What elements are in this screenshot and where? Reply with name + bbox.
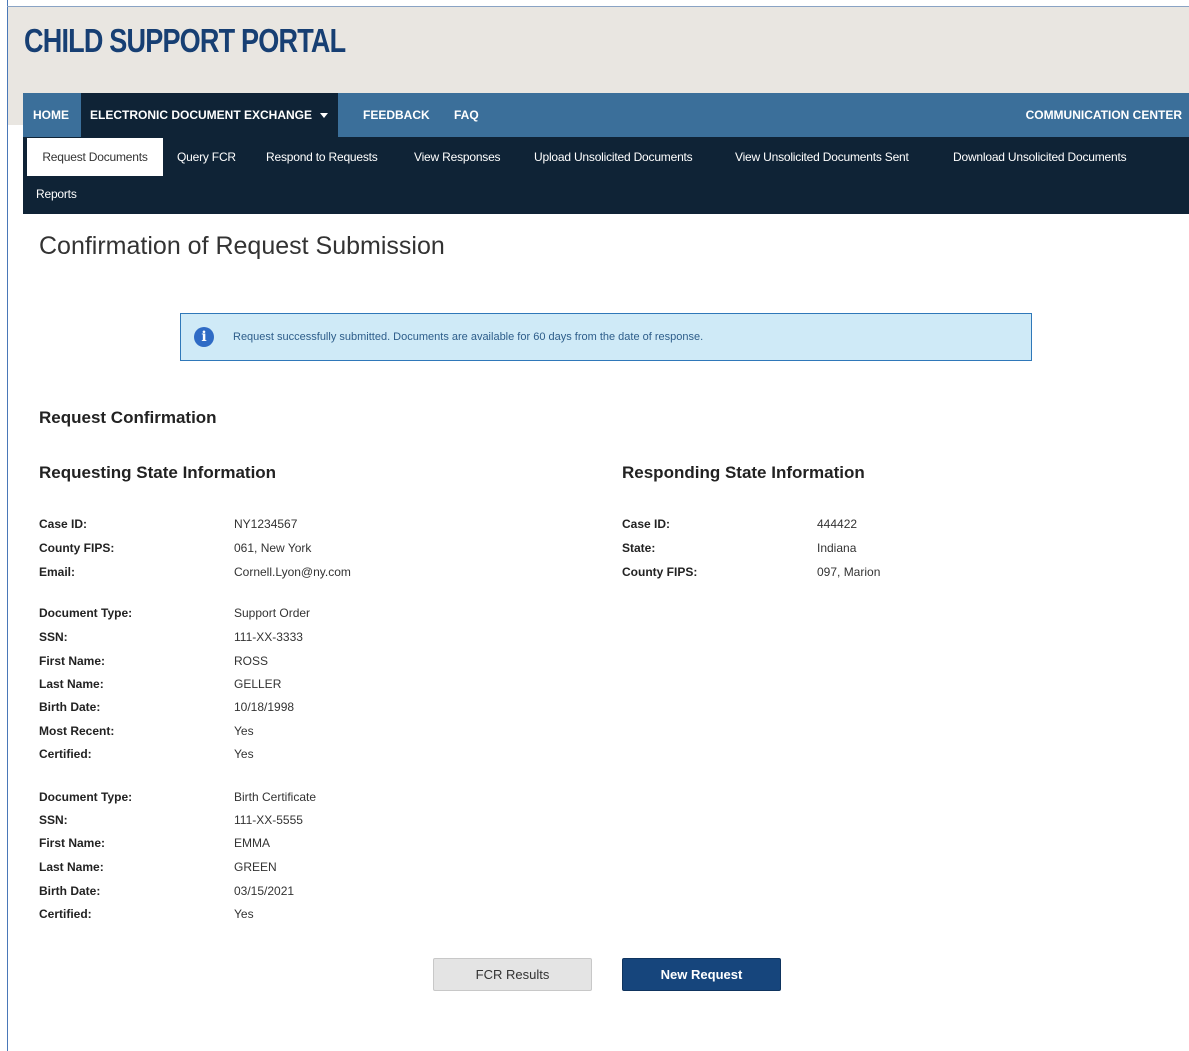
field-value: Birth Certificate — [234, 790, 317, 804]
field-value: GREEN — [234, 860, 277, 874]
field-value: Yes — [234, 747, 254, 761]
field-label: Last Name: — [39, 677, 104, 691]
subnav-download-unsolicited-documents[interactable]: Download Unsolicited Documents — [953, 150, 1127, 164]
field-label: Birth Date: — [39, 884, 101, 898]
nav-home[interactable]: HOME — [33, 93, 69, 137]
field-label: SSN: — [39, 813, 68, 827]
field-value: Yes — [234, 907, 254, 921]
request-confirmation-heading: Request Confirmation — [39, 408, 217, 427]
field-label: Case ID: — [39, 517, 88, 531]
nav-ede-label: ELECTRONIC DOCUMENT EXCHANGE — [90, 108, 313, 122]
page-frame-left-border — [7, 0, 8, 1051]
field-label: County FIPS: — [39, 541, 115, 555]
subnav-request-documents[interactable]: Request Documents — [27, 138, 163, 176]
nav-communication-center[interactable]: COMMUNICATION CENTER — [1026, 93, 1182, 137]
nav-electronic-document-exchange[interactable]: ELECTRONIC DOCUMENT EXCHANGE — [81, 93, 339, 137]
field-value: 061, New York — [234, 541, 312, 555]
nav-faq[interactable]: FAQ — [454, 93, 479, 137]
field-value: 03/15/2021 — [234, 884, 295, 898]
field-value: 111-XX-5555 — [234, 813, 303, 827]
success-alert: i Request successfully submitted. Docume… — [180, 313, 1032, 361]
field-value: 10/18/1998 — [234, 700, 295, 714]
field-label: Email: — [39, 565, 76, 579]
field-label: County FIPS: — [622, 565, 698, 579]
field-value: GELLER — [234, 677, 282, 691]
field-label: Last Name: — [39, 860, 104, 874]
alert-message: Request successfully submitted. Document… — [233, 331, 704, 343]
page-title: Confirmation of Request Submission — [39, 232, 445, 260]
field-value: NY1234567 — [234, 517, 298, 531]
subnav-query-fcr[interactable]: Query FCR — [177, 150, 236, 164]
requesting-state-heading: Requesting State Information — [39, 463, 277, 482]
field-value: 444422 — [817, 517, 858, 531]
field-label: Case ID: — [622, 517, 671, 531]
field-value: 097, Marion — [817, 565, 881, 579]
info-icon: i — [194, 327, 214, 347]
fcr-results-button[interactable]: FCR Results — [433, 958, 592, 991]
field-label: Birth Date: — [39, 700, 101, 714]
field-label: Most Recent: — [39, 724, 115, 738]
top-navigation: HOME ELECTRONIC DOCUMENT EXCHANGE FEEDBA… — [23, 93, 1189, 137]
field-value: Yes — [234, 724, 254, 738]
field-label: Certified: — [39, 907, 92, 921]
nav-feedback[interactable]: FEEDBACK — [363, 93, 430, 137]
new-request-button[interactable]: New Request — [622, 958, 781, 991]
subnav-respond-to-requests[interactable]: Respond to Requests — [266, 150, 378, 164]
subnav-upload-unsolicited-documents[interactable]: Upload Unsolicited Documents — [534, 150, 693, 164]
field-value: Support Order — [234, 606, 311, 620]
field-value: ROSS — [234, 654, 269, 668]
field-label: First Name: — [39, 654, 106, 668]
field-label: First Name: — [39, 836, 106, 850]
responding-state-heading: Responding State Information — [622, 463, 865, 482]
subnav-reports[interactable]: Reports — [36, 187, 77, 201]
field-label: State: — [622, 541, 656, 555]
caret-down-icon — [320, 113, 329, 119]
sub-navigation: Request Documents Query FCR Respond to R… — [23, 137, 1189, 214]
subnav-view-responses[interactable]: View Responses — [414, 150, 501, 164]
field-value: Indiana — [817, 541, 857, 555]
field-label: Certified: — [39, 747, 92, 761]
field-value: Cornell.Lyon@ny.com — [234, 565, 351, 579]
field-value: 111-XX-3333 — [234, 630, 303, 644]
portal-logo[interactable]: CHILD SUPPORT PORTAL — [24, 22, 346, 60]
subnav-view-unsolicited-documents-sent[interactable]: View Unsolicited Documents Sent — [735, 150, 909, 164]
field-value: EMMA — [234, 836, 270, 850]
field-label: Document Type: — [39, 790, 133, 804]
field-label: Document Type: — [39, 606, 133, 620]
field-label: SSN: — [39, 630, 68, 644]
